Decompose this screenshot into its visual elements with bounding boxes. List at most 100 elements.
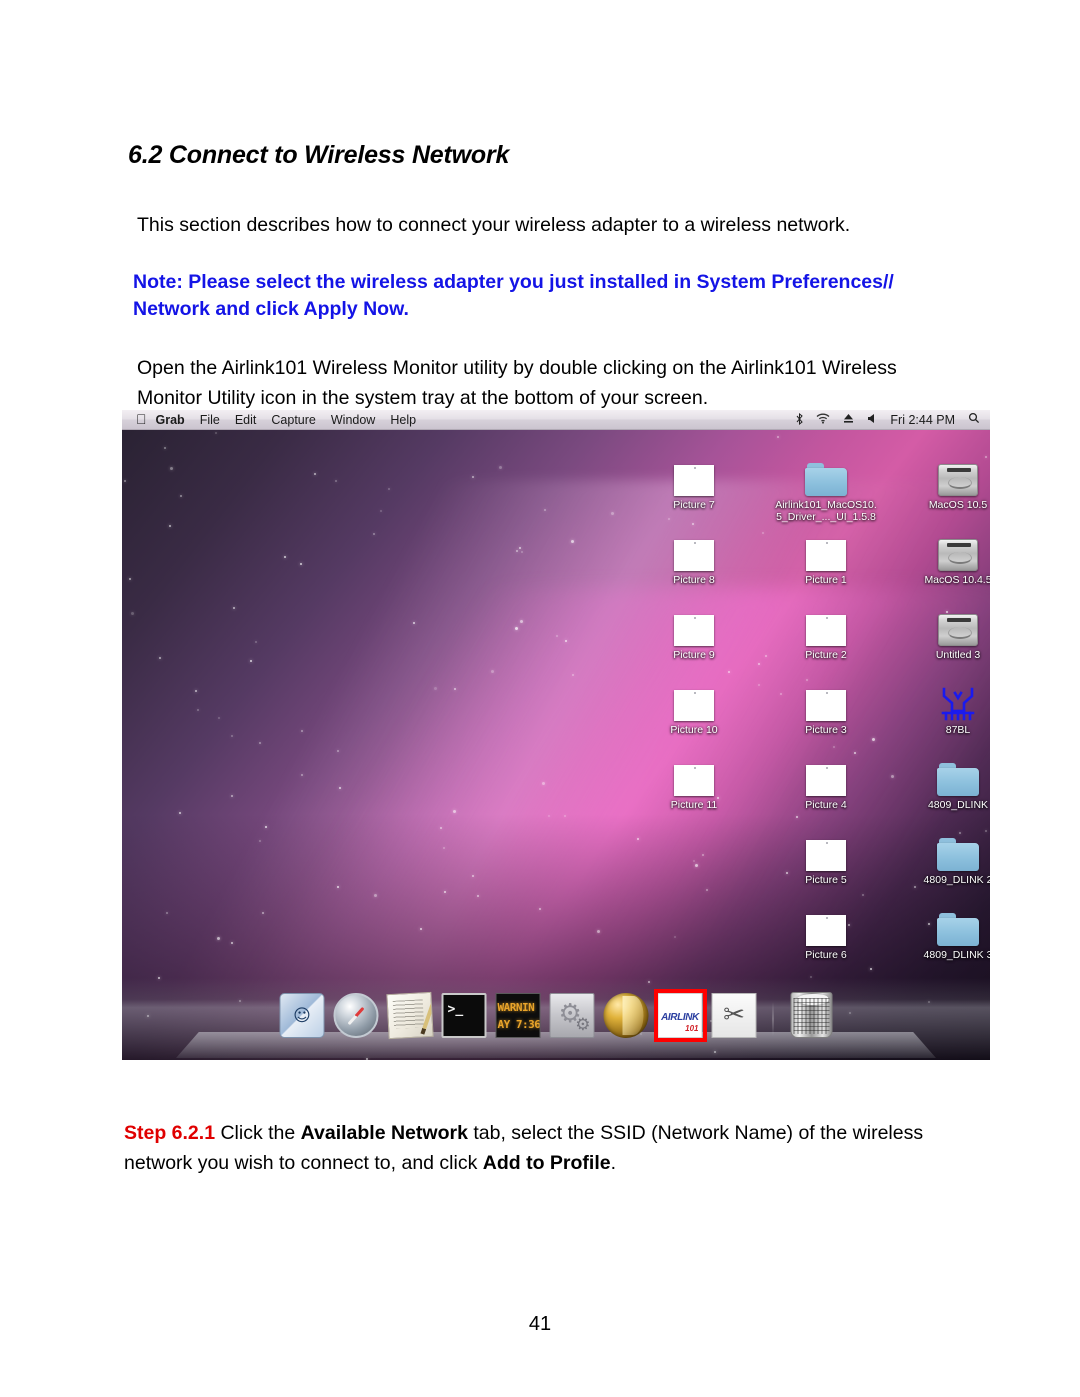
star-dot bbox=[165, 912, 168, 915]
picture-thumbnail-icon bbox=[634, 752, 754, 796]
desktop-icon[interactable]: 4809_DLINK bbox=[898, 752, 990, 811]
step-paragraph: Step 6.2.1 Click the Available Network t… bbox=[124, 1118, 954, 1178]
dock-item-gold-app[interactable] bbox=[603, 993, 649, 1038]
dock-item-finder[interactable]: ☺ bbox=[279, 993, 325, 1038]
desktop-icon[interactable]: Airlink101_MacOS10. 5_Driver_..._UI_1.5.… bbox=[766, 452, 886, 523]
star-dot bbox=[519, 620, 523, 624]
star-dot bbox=[571, 540, 575, 544]
step-text-3: . bbox=[610, 1151, 617, 1174]
menu-item-window[interactable]: Window bbox=[331, 413, 375, 427]
terminal-prompt-icon: >_ bbox=[447, 1002, 464, 1017]
menu-item-grab[interactable]: Grab bbox=[156, 413, 185, 427]
desktop-icon[interactable]: 4809_DLINK 2 bbox=[898, 827, 990, 886]
desktop-icon[interactable]: Picture 5 bbox=[766, 827, 886, 886]
document-lines-icon bbox=[392, 999, 425, 1029]
star-dot bbox=[471, 874, 474, 877]
folder-icon bbox=[898, 827, 990, 871]
star-dot bbox=[338, 787, 341, 790]
picture-frame bbox=[806, 615, 846, 646]
menu-item-help[interactable]: Help bbox=[390, 413, 416, 427]
picture-frame bbox=[806, 915, 846, 946]
dock-item-grab[interactable]: ✂ bbox=[711, 993, 757, 1038]
star-dot bbox=[443, 846, 446, 849]
spotlight-search-icon[interactable] bbox=[968, 412, 980, 427]
star-dot bbox=[313, 473, 316, 476]
dock-item-textedit[interactable] bbox=[386, 991, 434, 1040]
hard-disk-icon bbox=[898, 527, 990, 571]
star-dot bbox=[610, 512, 614, 516]
star-dot bbox=[259, 839, 262, 842]
dock-item-terminal[interactable]: >_ bbox=[441, 993, 487, 1038]
bluetooth-icon[interactable] bbox=[796, 412, 804, 427]
star-dot bbox=[158, 656, 161, 659]
picture-thumbnail-icon bbox=[766, 602, 886, 646]
star-dot bbox=[372, 533, 375, 536]
desktop-icon[interactable]: Picture 3 bbox=[766, 677, 886, 736]
desktop-icon[interactable]: MacOS 10.5 bbox=[898, 452, 990, 511]
star-dot bbox=[572, 674, 575, 677]
starfield bbox=[122, 430, 990, 1060]
picture-frame bbox=[806, 690, 846, 721]
desktop-icon[interactable]: 87BL bbox=[898, 677, 990, 736]
star-dot bbox=[335, 480, 338, 483]
star-dot bbox=[261, 912, 264, 915]
desktop-icon[interactable]: Picture 8 bbox=[634, 527, 754, 586]
star-dot bbox=[727, 671, 730, 674]
page-title: 6.2 Connect to Wireless Network bbox=[128, 140, 510, 169]
volume-glyph bbox=[868, 414, 875, 423]
picture-thumbnail-icon bbox=[766, 752, 886, 796]
disk-shape bbox=[938, 539, 978, 571]
star-dot bbox=[701, 853, 704, 856]
menu-item-file[interactable]: File bbox=[200, 413, 220, 427]
folder-icon bbox=[898, 752, 990, 796]
intro-paragraph: This section describes how to connect yo… bbox=[137, 213, 851, 236]
dock-item-safari[interactable] bbox=[333, 993, 379, 1038]
airport-wifi-icon[interactable] bbox=[816, 413, 830, 426]
eject-icon[interactable] bbox=[843, 413, 854, 426]
star-dot bbox=[299, 563, 302, 566]
desktop-icon-label: 87BL bbox=[945, 724, 971, 736]
star-dot bbox=[692, 523, 695, 526]
menu-item-capture[interactable]: Capture bbox=[271, 413, 315, 427]
desktop-icon[interactable]: Picture 6 bbox=[766, 902, 886, 961]
menu-item-edit[interactable]: Edit bbox=[235, 413, 257, 427]
star-dot bbox=[129, 577, 132, 580]
desktop-icon[interactable]: Picture 11 bbox=[634, 752, 754, 811]
desktop-icon[interactable]: Picture 2 bbox=[766, 602, 886, 661]
warning-display-line-1: WARNIN bbox=[497, 1001, 535, 1014]
picture-thumbnail-icon bbox=[634, 677, 754, 721]
star-dot bbox=[636, 837, 639, 840]
gold-sheen-icon bbox=[622, 995, 644, 1036]
desktop-icon-label: Picture 10 bbox=[670, 724, 718, 736]
dock-item-warning-display[interactable]: WARNIN AY 7:36 bbox=[495, 993, 541, 1038]
desktop-icon[interactable]: Picture 10 bbox=[634, 677, 754, 736]
apple-menu-icon[interactable]:  bbox=[136, 412, 147, 426]
dock-item-system-preferences[interactable]: ⚙ ⚙ bbox=[549, 993, 595, 1038]
menu-bar-clock[interactable]: Fri 2:44 PM bbox=[890, 413, 955, 427]
picture-thumbnail-icon bbox=[766, 902, 886, 946]
star-dot bbox=[379, 510, 382, 513]
picture-thumbnail-icon bbox=[634, 527, 754, 571]
desktop-icon[interactable]: MacOS 10.4.5 bbox=[898, 527, 990, 586]
star-dot bbox=[214, 432, 217, 435]
folder-icon bbox=[766, 452, 886, 496]
desktop-icon[interactable]: Picture 4 bbox=[766, 752, 886, 811]
desktop-icon[interactable]: Untitled 3 bbox=[898, 602, 990, 661]
desktop-icon[interactable]: Picture 9 bbox=[634, 602, 754, 661]
desktop-icon[interactable]: Picture 7 bbox=[634, 452, 754, 511]
star-dot bbox=[565, 640, 568, 643]
volume-icon[interactable] bbox=[867, 413, 877, 426]
picture-frame bbox=[806, 840, 846, 871]
dock-item-trash[interactable] bbox=[790, 992, 833, 1038]
desktop-icon[interactable]: 4809_DLINK 3 bbox=[898, 902, 990, 961]
desktop-icon-label: Picture 9 bbox=[673, 649, 715, 661]
desktop-icon[interactable]: Picture 1 bbox=[766, 527, 886, 586]
desktop-icon-label: Picture 6 bbox=[805, 949, 847, 961]
desktop-icon-label: 4809_DLINK 2 bbox=[923, 874, 990, 886]
airlink-brand-text: AIRLINK bbox=[661, 1011, 699, 1023]
desktop-icon-label: Picture 3 bbox=[805, 724, 847, 736]
dock-item-airlink101-wireless-monitor[interactable]: AIRLINK 101 bbox=[657, 993, 703, 1038]
desktop-icon-label: Picture 8 bbox=[673, 574, 715, 586]
desktop-icon-label: Picture 7 bbox=[673, 499, 715, 511]
star-dot bbox=[301, 729, 304, 732]
